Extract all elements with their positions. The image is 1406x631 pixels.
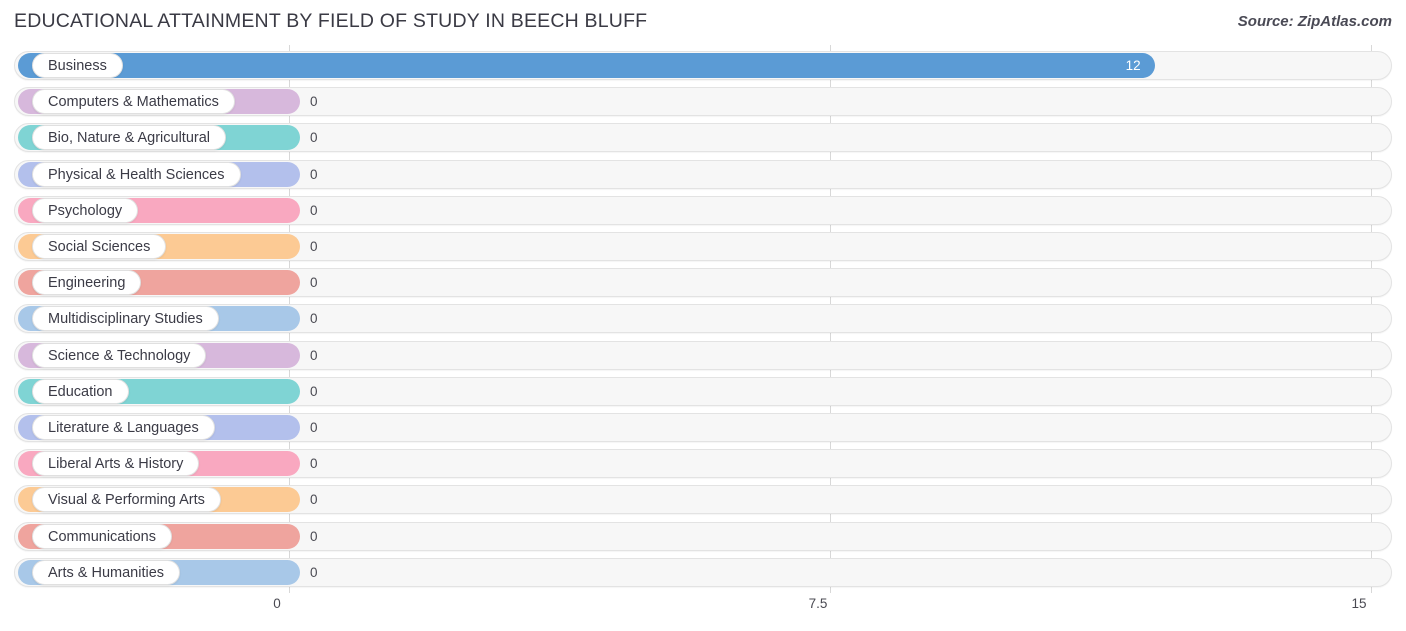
category-label[interactable]: Science & Technology — [32, 342, 207, 368]
table-row: 0 Psychology — [0, 193, 1406, 229]
category-label[interactable]: Social Sciences — [32, 234, 167, 259]
bar-value-label: 0 — [310, 166, 318, 182]
category-label[interactable]: Communications — [32, 523, 172, 549]
bar-value-label: 0 — [310, 94, 318, 110]
bar-value-label: 0 — [310, 383, 318, 399]
bar-value-label: 0 — [310, 528, 318, 544]
chart-header: EDUCATIONAL ATTAINMENT BY FIELD OF STUDY… — [0, 0, 1406, 45]
table-row: 0 Education — [0, 374, 1406, 410]
bar-value-label: 0 — [310, 239, 318, 254]
category-label[interactable]: Literature & Languages — [32, 415, 215, 440]
x-tick-label: 0 — [273, 596, 281, 611]
bar-value-label: 0 — [310, 202, 318, 218]
chart-plot-area: 12 Business 0 Computers & Mathematics 0 Bio, … — [0, 45, 1406, 593]
bar-value-label: 0 — [310, 311, 318, 327]
bar-value-label: 0 — [310, 456, 318, 472]
bar-value-label: 0 — [310, 492, 318, 508]
table-row: 0 Visual & Performing Arts — [0, 482, 1406, 518]
category-label[interactable]: Psychology — [32, 197, 139, 223]
bar-value-label: 0 — [310, 420, 318, 435]
category-label[interactable]: Engineering — [32, 270, 142, 296]
table-row: 0 Computers & Mathematics — [0, 84, 1406, 120]
category-label[interactable]: Multidisciplinary Studies — [32, 306, 219, 332]
table-row: 0 Arts & Humanities — [0, 555, 1406, 591]
category-label[interactable]: Arts & Humanities — [32, 559, 181, 585]
bar-value-label: 0 — [310, 130, 318, 146]
table-row: 0 Engineering — [0, 265, 1406, 301]
category-label[interactable]: Education — [32, 378, 129, 404]
bar-value-label: 12 — [1125, 58, 1141, 73]
category-label[interactable]: Liberal Arts & History — [32, 451, 200, 477]
category-label[interactable]: Physical & Health Sciences — [32, 161, 241, 187]
table-row: 0 Liberal Arts & History — [0, 446, 1406, 482]
table-row: 0 Multidisciplinary Studies — [0, 301, 1406, 337]
bar-value-label: 0 — [310, 347, 318, 363]
table-row: 12 Business — [0, 48, 1406, 84]
table-row: 0 Literature & Languages — [0, 410, 1406, 446]
x-tick-label: 15 — [1351, 596, 1367, 611]
table-row: 0 Communications — [0, 519, 1406, 555]
category-label[interactable]: Business — [32, 53, 123, 78]
bar[interactable]: 12 — [18, 53, 1155, 78]
table-row: 0 Social Sciences — [0, 229, 1406, 265]
category-label[interactable]: Computers & Mathematics — [32, 89, 235, 115]
table-row: 0 Science & Technology — [0, 338, 1406, 374]
x-axis: 0 7.5 15 — [0, 593, 1406, 631]
table-row: 0 Physical & Health Sciences — [0, 157, 1406, 193]
bar-value-label: 0 — [310, 275, 318, 291]
bar-value-label: 0 — [310, 564, 318, 580]
category-label[interactable]: Visual & Performing Arts — [32, 487, 221, 513]
page-title: EDUCATIONAL ATTAINMENT BY FIELD OF STUDY… — [14, 10, 648, 32]
x-tick-label: 7.5 — [808, 596, 828, 611]
table-row: 0 Bio, Nature & Agricultural — [0, 120, 1406, 156]
category-label[interactable]: Bio, Nature & Agricultural — [32, 125, 226, 151]
source-attribution: Source: ZipAtlas.com — [1237, 13, 1392, 30]
